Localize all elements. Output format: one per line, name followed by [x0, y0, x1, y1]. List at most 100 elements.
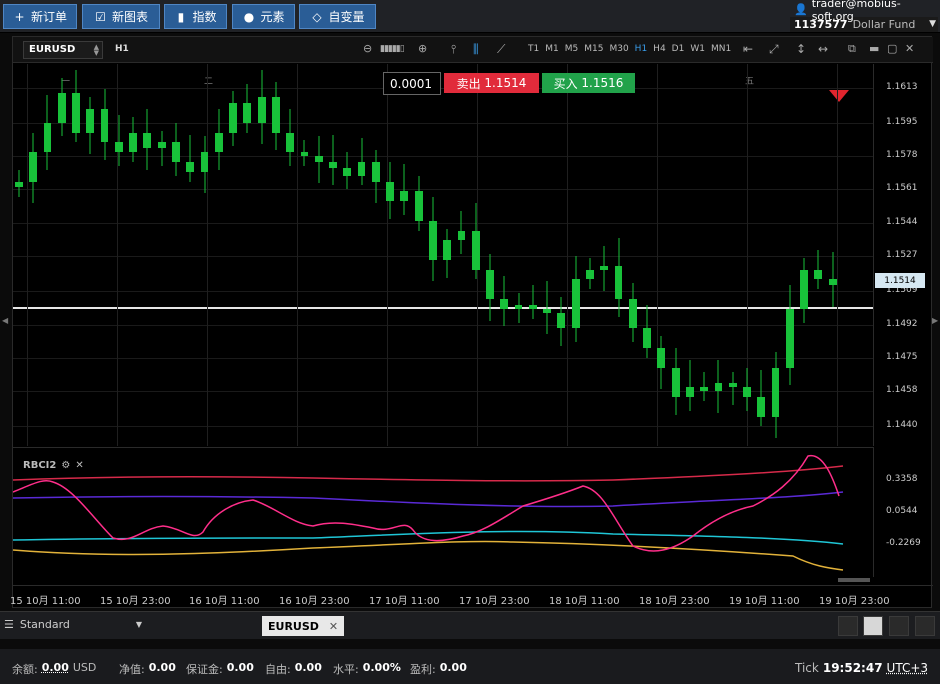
close-icon[interactable]: ✕	[905, 42, 914, 55]
cursor-icon[interactable]: ⫯	[451, 42, 456, 57]
candle-wick	[689, 359, 691, 411]
candle-wick	[118, 114, 120, 166]
account-name: Dollar Fund	[852, 18, 916, 31]
left-collapse-icon[interactable]: ◀	[2, 316, 8, 325]
candle	[728, 371, 737, 405]
tf-M5[interactable]: M5	[562, 44, 582, 54]
chart-scrollbar[interactable]	[838, 578, 870, 582]
chart-icon: ☑	[95, 9, 106, 24]
tf-M1[interactable]: M1	[542, 44, 562, 54]
grid-line	[297, 64, 298, 446]
candle	[200, 136, 209, 194]
layout-selector[interactable]: ☰ Standard ▼	[4, 618, 142, 631]
candle-body	[514, 304, 523, 309]
time-tick: 18 10月 23:00	[639, 596, 710, 607]
candle-body	[157, 142, 166, 149]
zoom-slider[interactable]: ▮▮▮▮▮▯	[380, 44, 405, 54]
candle	[257, 69, 266, 145]
free-label: 自由:	[265, 663, 291, 676]
grid-line	[13, 357, 873, 359]
layout-grid-icon[interactable]	[863, 616, 883, 636]
tf-T1[interactable]: T1	[525, 44, 542, 54]
grid-line	[13, 324, 873, 326]
candle-body	[386, 181, 395, 202]
candle	[486, 254, 494, 321]
balance-label: 余额:	[12, 663, 38, 676]
tf-D1[interactable]: D1	[669, 44, 688, 54]
candle	[800, 257, 809, 323]
candle	[314, 136, 323, 184]
elements-label: 元素	[260, 10, 285, 24]
elements-button[interactable]: ● 元素	[232, 4, 295, 29]
price-plot[interactable]: 一 二 五	[13, 64, 873, 446]
layout-columns-icon[interactable]	[889, 616, 909, 636]
candle	[757, 369, 766, 427]
tf-M30[interactable]: M30	[606, 44, 631, 54]
candle-body	[785, 308, 794, 368]
new-order-button[interactable]: + 新订单	[3, 4, 77, 29]
close-tab-icon[interactable]: ✕	[329, 620, 338, 633]
candle-body	[400, 191, 409, 202]
new-chart-button[interactable]: ☑ 新图表	[82, 4, 160, 29]
candle	[500, 275, 509, 327]
current-timeframe: H1	[115, 44, 129, 54]
time-axis[interactable]: 15 10月 11:00 15 10月 23:00 16 10月 11:00 1…	[10, 585, 933, 607]
candle	[143, 109, 152, 170]
candle-body	[614, 265, 623, 300]
gear-icon[interactable]: ⚙	[61, 460, 70, 471]
layout-single-icon[interactable]	[838, 616, 858, 636]
candle	[243, 83, 252, 133]
maximize-icon[interactable]: ▢	[887, 42, 897, 55]
lot-input[interactable]: 0.0001	[383, 72, 441, 95]
profit-label: 盈利:	[410, 663, 436, 676]
tf-H1[interactable]: H1	[632, 44, 651, 54]
timezone-value[interactable]: UTC+3	[887, 661, 928, 675]
candle-body	[15, 181, 23, 188]
indices-label: 指数	[192, 10, 217, 24]
fit-icon[interactable]: ⇤	[743, 42, 753, 56]
candle-body	[600, 265, 609, 270]
layout-rows-icon[interactable]	[915, 616, 935, 636]
indices-button[interactable]: ▮ 指数	[164, 4, 227, 29]
candle-wick	[189, 134, 191, 182]
chevron-down-icon[interactable]: ▼	[929, 19, 936, 29]
symbol-label: EURUSD	[29, 44, 76, 55]
tf-M15[interactable]: M15	[581, 44, 606, 54]
detach-icon[interactable]: ⧉	[848, 42, 856, 56]
price-axis[interactable]: 1.1613 1.1595 1.1578 1.1561 1.1544 1.1527 1.15…	[873, 64, 933, 446]
candles-icon[interactable]: ⫼	[473, 42, 479, 57]
zoom-out-icon[interactable]: ⊖	[363, 42, 372, 55]
tf-W1[interactable]: W1	[687, 44, 708, 54]
tf-MN1[interactable]: MN1	[708, 44, 734, 54]
candle-body	[657, 348, 666, 368]
account-id: 1137577	[794, 18, 848, 31]
chart-tab[interactable]: EURUSD ✕	[262, 616, 345, 636]
candle-body	[471, 230, 480, 270]
candle-body	[586, 269, 594, 280]
expand-diagonal-icon[interactable]: ⤢	[769, 42, 779, 57]
candle	[543, 281, 552, 335]
candle	[700, 371, 709, 401]
alert-marker-icon[interactable]	[829, 90, 849, 102]
line-chart-icon[interactable]: ⟋	[497, 42, 505, 57]
grid-line	[27, 64, 28, 446]
horizontal-resize-icon[interactable]: ↔	[818, 42, 828, 56]
candle-body	[286, 132, 295, 153]
zoom-in-icon[interactable]: ⊕	[418, 42, 427, 55]
margin-label: 保证金:	[186, 663, 223, 676]
symbol-selector[interactable]: EURUSD ▲ ▼	[23, 41, 103, 59]
vertical-resize-icon[interactable]: ↕	[796, 42, 806, 56]
candle-body	[314, 156, 323, 162]
buy-button[interactable]: 买入 1.1516	[542, 73, 635, 93]
sell-button[interactable]: 卖出 1.1514	[444, 73, 539, 93]
candle	[828, 252, 837, 307]
price-tick: 1.1527	[886, 249, 918, 260]
remove-indicator-icon[interactable]: ✕	[75, 460, 83, 471]
time-tick: 17 10月 23:00	[459, 596, 530, 607]
minimize-icon[interactable]: ▬	[869, 42, 879, 55]
tf-H4[interactable]: H4	[650, 44, 669, 54]
indicator-pane[interactable]: RBCI2 ⚙ ✕	[13, 447, 873, 577]
indicator-axis: 0.3358 0.0544 -0.2269	[873, 447, 933, 577]
variables-button[interactable]: ◇ 自变量	[299, 4, 376, 29]
account-panel[interactable]: 👤 trader@mobius-soft.org 1137577 Dollar Fu…	[790, 0, 938, 32]
